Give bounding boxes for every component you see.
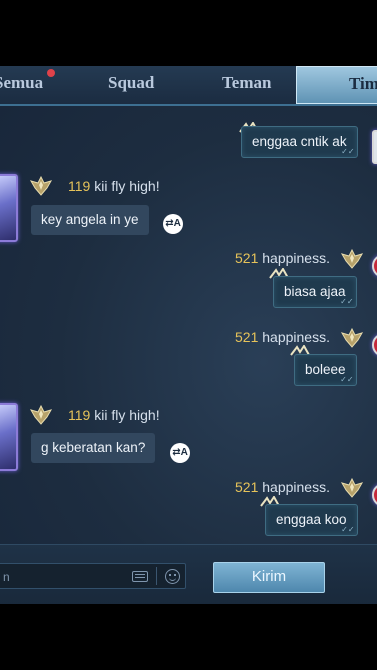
sender-level: 521 (235, 479, 259, 495)
sent-check-icon: ✓✓ (340, 297, 354, 306)
sender-level: 521 (235, 250, 259, 266)
chat-bubble-own: enggaa koo ✓✓ (265, 504, 358, 536)
rank-badge-icon (340, 248, 364, 269)
avatar[interactable] (372, 483, 377, 507)
chat-bubble-other: g keberatan kan? (31, 433, 156, 463)
sender-level: 119 (68, 178, 91, 194)
message-text: enggaa cntik ak (252, 134, 347, 149)
rank-badge-icon (29, 175, 53, 196)
sender-username: happiness. (262, 479, 330, 495)
message-input-bar: n Kirim (0, 544, 377, 604)
sender-username: kii fly high! (94, 407, 160, 423)
message-input-placeholder: n (3, 570, 10, 584)
keyboard-icon[interactable] (132, 571, 148, 582)
chat-bubble-other: key angela in ye (31, 205, 149, 235)
rank-badge-icon (340, 477, 364, 498)
sent-check-icon: ✓✓ (340, 375, 354, 384)
tab-label: Tim (349, 74, 377, 93)
tab-tim[interactable]: Tim (296, 66, 377, 104)
sender-level: 119 (68, 407, 91, 423)
sender-username: kii fly high! (94, 178, 160, 194)
chat-bubble-own: biasa ajaa ✓✓ (273, 276, 357, 308)
tab-teman[interactable]: Teman (222, 66, 271, 104)
tab-label: Semua (0, 73, 44, 92)
message-text: key angela in ye (41, 212, 139, 227)
chat-tab-bar: Semua Squad Teman Tim (0, 66, 377, 106)
emoji-icon[interactable] (165, 569, 180, 584)
sender-name: 521 happiness. (235, 250, 330, 266)
sender-username: happiness. (262, 250, 330, 266)
sent-check-icon: ✓✓ (341, 525, 355, 534)
message-input[interactable]: n (0, 563, 186, 589)
team-chat-screen: Semua Squad Teman Tim enggaa cntik ak ✓✓ (0, 66, 377, 604)
message-text: biasa ajaa (284, 284, 346, 299)
notification-dot (47, 69, 55, 77)
chat-message-list[interactable]: enggaa cntik ak ✓✓ 119 kii fly high! key… (0, 106, 377, 546)
avatar[interactable] (0, 403, 18, 471)
sender-level: 521 (235, 329, 259, 345)
message-text: enggaa koo (276, 512, 347, 527)
send-button[interactable]: Kirim (213, 562, 325, 593)
sender-name: 521 happiness. (235, 329, 330, 345)
sender-username: happiness. (262, 329, 330, 345)
avatar[interactable] (372, 333, 377, 357)
message-text: g keberatan kan? (41, 440, 146, 455)
avatar[interactable] (372, 130, 377, 164)
translate-icon[interactable]: ⇄A (163, 214, 183, 234)
chat-bubble-own: enggaa cntik ak ✓✓ (241, 126, 358, 158)
tab-semua[interactable]: Semua (0, 66, 55, 104)
rank-badge-icon (340, 327, 364, 348)
tab-squad[interactable]: Squad (108, 66, 154, 104)
sent-check-icon: ✓✓ (341, 147, 355, 156)
tab-label: Teman (222, 73, 272, 92)
translate-icon[interactable]: ⇄A (170, 443, 190, 463)
chat-bubble-own: boleee ✓✓ (294, 354, 357, 386)
avatar[interactable] (372, 254, 377, 278)
tab-label: Squad (108, 73, 155, 92)
sender-name: 521 happiness. (235, 479, 330, 495)
sender-name: 119 kii fly high! (68, 407, 160, 423)
sender-name: 119 kii fly high! (68, 178, 160, 194)
avatar[interactable] (0, 174, 18, 242)
rank-badge-icon (29, 404, 53, 425)
divider (156, 567, 157, 585)
